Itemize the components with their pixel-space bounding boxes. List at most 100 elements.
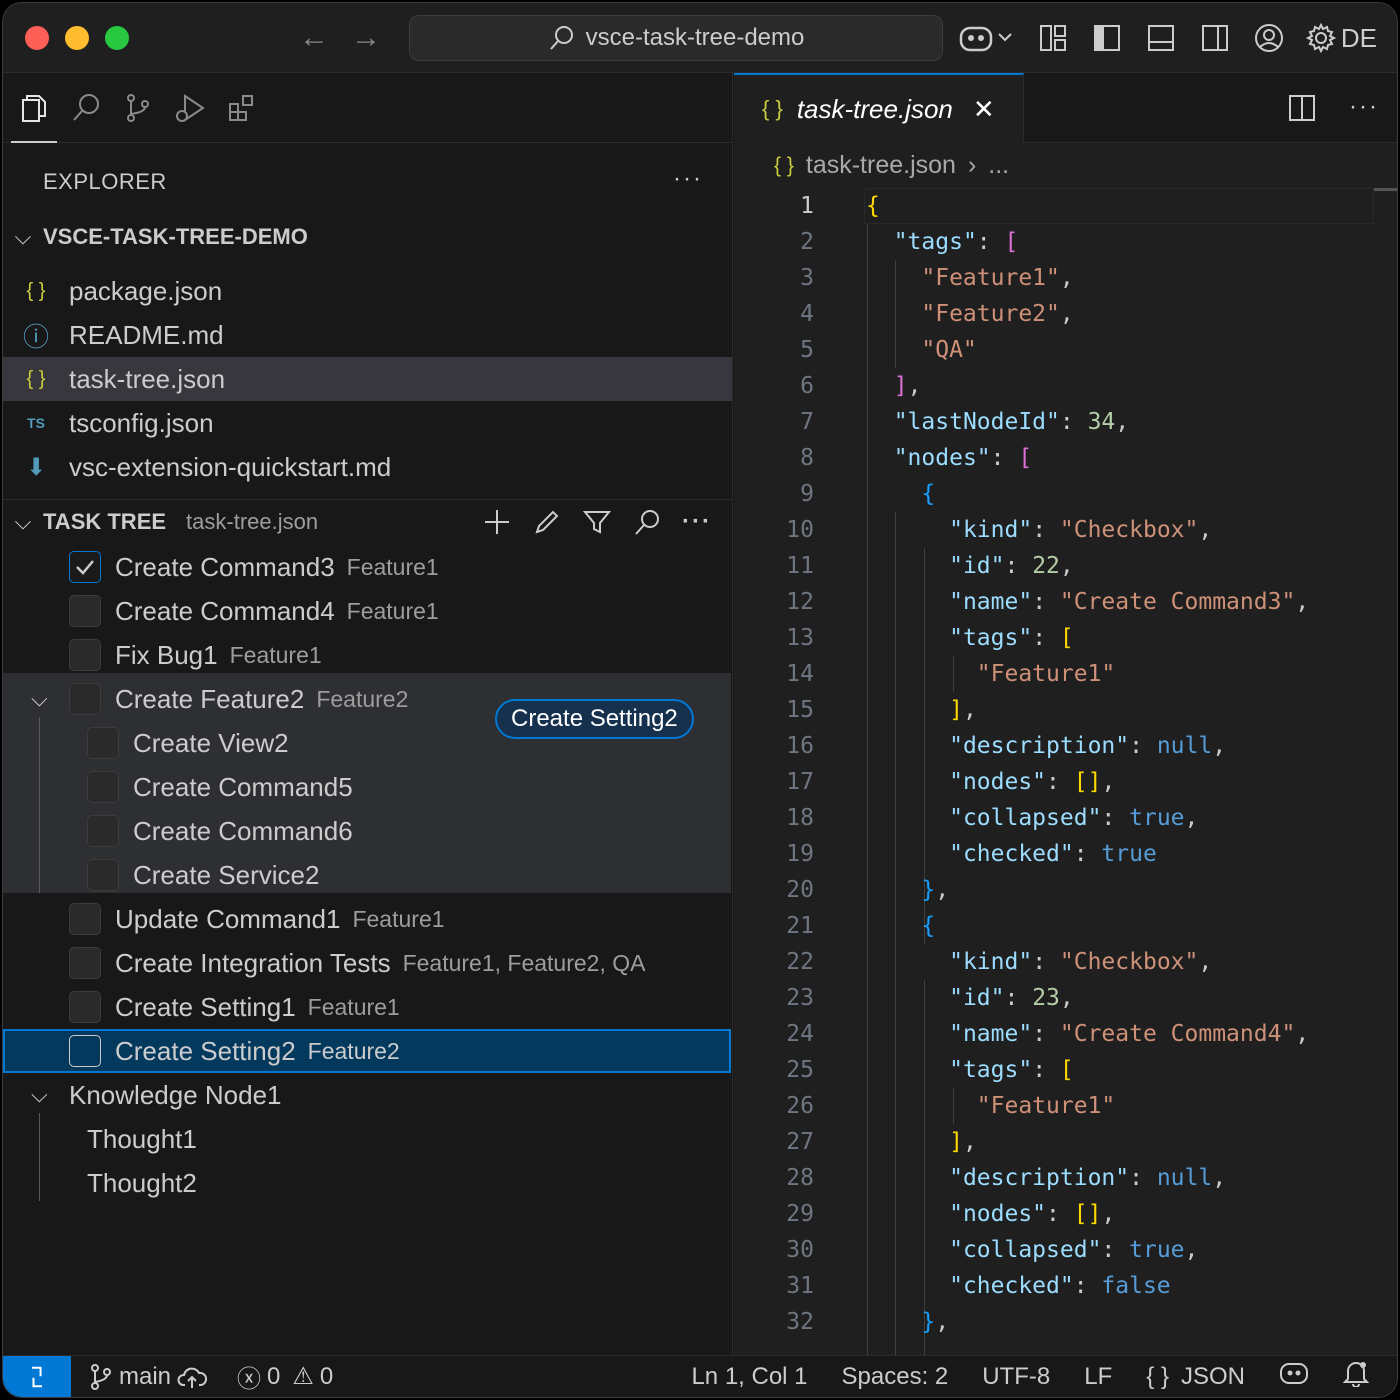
forward-arrow-icon[interactable]: → bbox=[349, 21, 383, 55]
end-of-line[interactable]: LF bbox=[1084, 1363, 1112, 1391]
add-icon[interactable] bbox=[482, 507, 512, 537]
checkbox[interactable] bbox=[87, 771, 119, 803]
code-line: 30 "collapsed": true, bbox=[734, 1232, 1397, 1268]
code-line: 13 "tags": [ bbox=[734, 620, 1397, 656]
task-tags: Feature1, Feature2, QA bbox=[402, 949, 646, 976]
task-tree-item[interactable]: Create Integration Tests Feature1, Featur… bbox=[3, 941, 731, 985]
language-mode[interactable]: { } JSON bbox=[1146, 1363, 1245, 1391]
encoding[interactable]: UTF-8 bbox=[982, 1363, 1050, 1391]
tab-task-tree-json[interactable]: { } task-tree.json ✕ bbox=[734, 73, 1024, 143]
breadcrumb-file[interactable]: task-tree.json bbox=[806, 151, 956, 180]
checkbox[interactable] bbox=[69, 683, 101, 715]
task-label: Create Integration Tests bbox=[115, 947, 391, 978]
toggle-primary-sidebar-icon[interactable] bbox=[1089, 20, 1125, 56]
task-tree-item[interactable]: Thought1 bbox=[3, 1117, 731, 1161]
copilot-status-icon[interactable] bbox=[1279, 1360, 1309, 1393]
filter-icon[interactable] bbox=[582, 507, 612, 537]
problems-indicator[interactable]: ⓧ 0 ⚠ 0 bbox=[237, 1359, 333, 1394]
file-item[interactable]: TS tsconfig.json bbox=[3, 401, 732, 445]
task-tree-section-header[interactable]: ⌵ TASK TREE task-tree.json ··· bbox=[3, 500, 732, 544]
task-tree-item[interactable]: Create Service2 bbox=[3, 853, 731, 897]
file-item[interactable]: { } package.json bbox=[3, 269, 732, 313]
minimize-window-button[interactable] bbox=[65, 26, 89, 50]
checkbox[interactable] bbox=[69, 639, 101, 671]
explorer-more-icon[interactable]: ··· bbox=[673, 165, 703, 193]
breadcrumb: { } task-tree.json › ... bbox=[774, 151, 1009, 180]
task-tree-item[interactable]: Create Setting1 Feature1 bbox=[3, 985, 731, 1029]
task-label: Create Command6 bbox=[133, 815, 353, 846]
source-control-icon[interactable] bbox=[121, 91, 155, 125]
line-number: 18 bbox=[786, 805, 814, 831]
breadcrumb-more[interactable]: ... bbox=[988, 151, 1009, 180]
task-tree-item[interactable]: Create Command6 bbox=[3, 809, 731, 853]
edit-pencil-icon[interactable] bbox=[532, 507, 562, 537]
close-window-button[interactable] bbox=[25, 26, 49, 50]
checkbox[interactable] bbox=[69, 595, 101, 627]
code-text: "name": "Create Command3", bbox=[949, 589, 1310, 615]
code-text: "Feature2", bbox=[921, 301, 1074, 327]
checkbox[interactable] bbox=[69, 947, 101, 979]
task-tree-item[interactable]: Fix Bug1 Feature1 bbox=[3, 633, 731, 677]
file-item[interactable]: { } task-tree.json bbox=[3, 357, 732, 401]
checkbox[interactable] bbox=[69, 991, 101, 1023]
code-text: "nodes": [], bbox=[949, 1201, 1116, 1227]
code-text: "Feature1", bbox=[921, 265, 1074, 291]
maximize-window-button[interactable] bbox=[105, 26, 129, 50]
task-tree-item[interactable]: ⌵ Knowledge Node1 bbox=[3, 1073, 731, 1117]
checkbox[interactable] bbox=[69, 903, 101, 935]
checkbox-checked[interactable] bbox=[69, 551, 101, 583]
split-editor-icon[interactable] bbox=[1287, 93, 1317, 128]
code-text: "QA" bbox=[921, 337, 977, 363]
code-text: { bbox=[866, 193, 880, 219]
explorer-icon[interactable] bbox=[11, 91, 57, 143]
search-icon[interactable] bbox=[632, 507, 662, 537]
customize-layout-icon[interactable] bbox=[1035, 20, 1071, 56]
task-tree-item[interactable]: Create Command5 bbox=[3, 765, 731, 809]
explorer-title: EXPLORER bbox=[43, 169, 167, 194]
file-name: vsc-extension-quickstart.md bbox=[69, 451, 392, 482]
checkbox[interactable] bbox=[87, 815, 119, 847]
line-number: 22 bbox=[786, 949, 814, 975]
branch-indicator[interactable]: main bbox=[89, 1363, 208, 1391]
checkbox[interactable] bbox=[87, 859, 119, 891]
notifications-bell-icon[interactable] bbox=[1342, 1359, 1370, 1394]
run-debug-icon[interactable] bbox=[173, 91, 207, 125]
manage-gear-button[interactable]: DE bbox=[1305, 20, 1377, 56]
back-arrow-icon[interactable]: ← bbox=[297, 21, 331, 55]
remote-indicator[interactable] bbox=[3, 1355, 71, 1397]
task-tree-item[interactable]: Update Command1 Feature1 bbox=[3, 897, 731, 941]
line-number: 11 bbox=[786, 553, 814, 579]
code-line: 31 "checked": false bbox=[734, 1268, 1397, 1304]
chevron-down-icon[interactable]: ⌵ bbox=[31, 1082, 48, 1108]
file-item[interactable]: ⬇ vsc-extension-quickstart.md bbox=[3, 445, 732, 489]
cursor-position[interactable]: Ln 1, Col 1 bbox=[691, 1363, 807, 1391]
search-view-icon[interactable] bbox=[69, 91, 103, 125]
command-center-search[interactable]: vsce-task-tree-demo bbox=[409, 15, 943, 61]
copilot-icon[interactable] bbox=[957, 20, 1017, 56]
code-line: 4 "Feature2", bbox=[734, 296, 1397, 332]
json-icon: { } bbox=[26, 279, 46, 302]
code-text: "kind": "Checkbox", bbox=[949, 949, 1213, 975]
indentation[interactable]: Spaces: 2 bbox=[842, 1363, 949, 1391]
task-tree-item[interactable]: Create Setting2 Feature2 bbox=[3, 1029, 731, 1073]
task-tree-more-icon[interactable]: ··· bbox=[682, 507, 712, 537]
tab-bar: { } task-tree.json ✕ ··· bbox=[734, 73, 1397, 143]
code-line: 9 { bbox=[734, 476, 1397, 512]
code-text: }, bbox=[921, 877, 950, 903]
folder-section-header[interactable]: ⌵ VSCE-TASK-TREE-DEMO bbox=[3, 215, 732, 259]
task-label: Create View2 bbox=[133, 727, 289, 758]
extensions-icon[interactable] bbox=[225, 91, 259, 125]
file-item[interactable]: ⓘ README.md bbox=[3, 313, 732, 357]
task-tags: Feature1 bbox=[352, 905, 445, 932]
close-icon[interactable]: ✕ bbox=[973, 94, 995, 125]
chevron-down-icon[interactable]: ⌵ bbox=[31, 686, 48, 712]
account-icon[interactable] bbox=[1251, 20, 1287, 56]
toggle-secondary-sidebar-icon[interactable] bbox=[1197, 20, 1233, 56]
task-tree-item[interactable]: Create Command3 Feature1 bbox=[3, 545, 731, 589]
task-tree-item[interactable]: Thought2 bbox=[3, 1161, 731, 1205]
checkbox[interactable] bbox=[69, 1035, 101, 1067]
editor-more-icon[interactable]: ··· bbox=[1349, 93, 1379, 121]
toggle-panel-icon[interactable] bbox=[1143, 20, 1179, 56]
task-tree-item[interactable]: Create Command4 Feature1 bbox=[3, 589, 731, 633]
checkbox[interactable] bbox=[87, 727, 119, 759]
